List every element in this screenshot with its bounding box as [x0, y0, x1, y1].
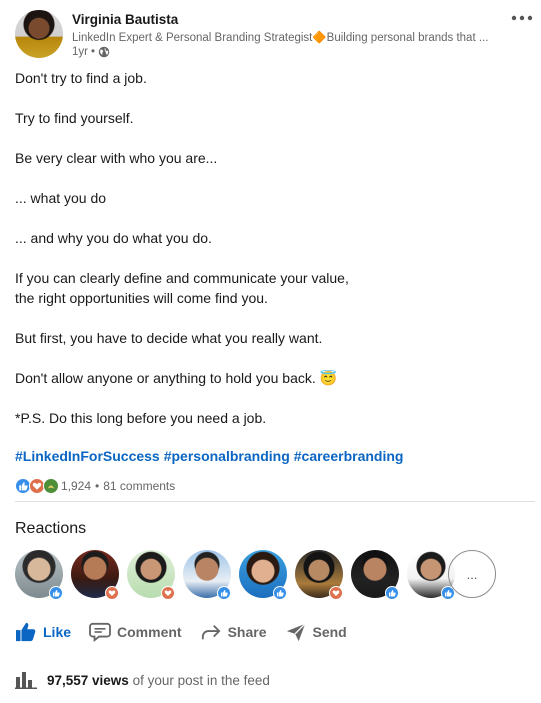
love-badge-icon: [161, 586, 175, 600]
post-line: ... what you do: [15, 190, 107, 206]
post-analytics[interactable]: 97,557 views of your post in the feed: [15, 670, 270, 690]
post-line: If you can clearly define and communicat…: [15, 270, 349, 286]
post-age: 1yr: [72, 46, 88, 58]
post-line: But first, you have to decide what you r…: [15, 330, 323, 346]
love-badge-icon: [105, 586, 119, 600]
like-label: Like: [43, 624, 72, 640]
like-badge-icon: [273, 586, 287, 600]
post-header: Virginia Bautista LinkedIn Expert & Pers…: [15, 10, 535, 62]
reaction-icons[interactable]: [15, 478, 59, 494]
post-actions: Like Comment Share Send: [15, 620, 365, 644]
bar-chart-icon: [15, 672, 37, 689]
share-label: Share: [227, 624, 267, 640]
post-line: ... and why you do what you do.: [15, 230, 212, 246]
count-separator: •: [95, 479, 100, 493]
comment-label: Comment: [117, 624, 182, 640]
hashtag-personalbranding[interactable]: #personalbranding: [164, 448, 290, 464]
meta-separator: •: [90, 46, 96, 58]
views-suffix: of your post in the feed: [132, 672, 270, 688]
like-badge-icon: [385, 586, 399, 600]
reaction-count[interactable]: 1,924: [61, 479, 91, 493]
share-icon: [201, 624, 221, 640]
share-button[interactable]: Share: [200, 622, 267, 642]
globe-icon: [98, 46, 110, 58]
more-reactions-button[interactable]: ...: [448, 550, 496, 598]
divider: [15, 501, 535, 502]
like-button[interactable]: Like: [15, 622, 71, 642]
post-line: *P.S. Do this long before you need a job…: [15, 410, 267, 426]
post-meta: 1yr •: [72, 46, 110, 58]
views-count: 97,557 views: [47, 672, 129, 688]
hashtag-linkedinforsuccess[interactable]: #LinkedInForSuccess: [15, 448, 160, 464]
author-name[interactable]: Virginia Bautista: [72, 12, 178, 27]
comment-button[interactable]: Comment: [89, 622, 182, 642]
hashtag-careerbranding[interactable]: #careerbranding: [294, 448, 404, 464]
support-reaction-icon: [43, 478, 59, 494]
hashtags: #LinkedInForSuccess #personalbranding #c…: [15, 448, 403, 464]
like-badge-icon: [49, 586, 63, 600]
post-line: Be very clear with who you are...: [15, 150, 218, 166]
post-line: Don't try to find a job.: [15, 70, 147, 86]
send-label: Send: [312, 624, 347, 640]
send-icon: [286, 623, 306, 642]
post-line: the right opportunities will come find y…: [15, 290, 268, 306]
thumbs-up-icon: [16, 622, 36, 642]
love-badge-icon: [329, 586, 343, 600]
comments-count[interactable]: 81 comments: [103, 479, 175, 493]
like-badge-icon: [217, 586, 231, 600]
comment-icon: [89, 622, 111, 642]
more-options-button[interactable]: [509, 10, 535, 26]
reactions-title: Reactions: [15, 520, 87, 537]
post-line: Don't allow anyone or anything to hold y…: [15, 370, 338, 386]
ellipsis-icon: [511, 15, 533, 21]
send-button[interactable]: Send: [285, 622, 347, 642]
author-avatar[interactable]: [15, 10, 63, 58]
social-counts: 1,924 • 81 comments: [15, 477, 175, 495]
post-line: Try to find yourself.: [15, 110, 134, 126]
author-headline: LinkedIn Expert & Personal Branding Stra…: [72, 32, 489, 44]
